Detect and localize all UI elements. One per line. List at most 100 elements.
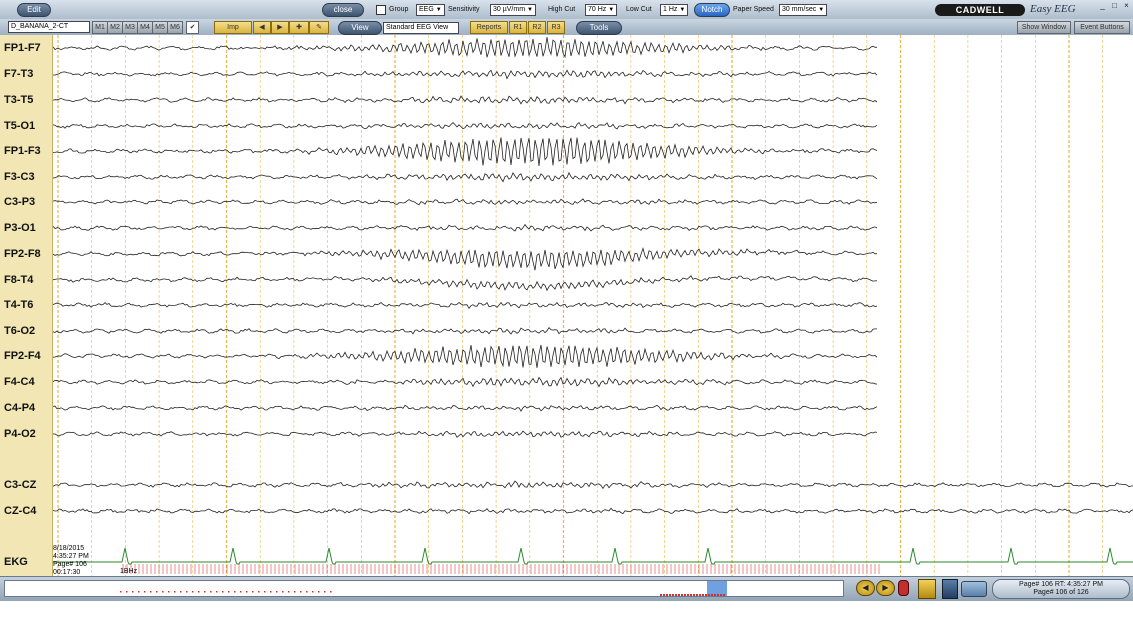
timeline-cursor[interactable] xyxy=(707,581,727,596)
highcut-select[interactable]: 70 Hz ▼ xyxy=(585,4,618,16)
event-marker xyxy=(240,591,242,593)
montage-select[interactable]: D_BANANA_2-CT xyxy=(8,21,90,33)
montage-button-m2[interactable]: M2 xyxy=(107,21,123,34)
event-marker xyxy=(252,591,254,593)
event-marker xyxy=(150,591,152,593)
tool-icon[interactable] xyxy=(942,579,958,599)
eeg-trace xyxy=(53,137,878,166)
channel-label: F3-C3 xyxy=(4,171,35,183)
window-maximize-icon[interactable]: □ xyxy=(1110,2,1119,10)
event-marker xyxy=(162,591,164,593)
timeline-scrollbar[interactable] xyxy=(4,580,844,597)
left-arrow-icon[interactable]: ◀ xyxy=(253,21,271,34)
marker-icon[interactable]: ✚ xyxy=(289,21,309,34)
channel-label: P3-O1 xyxy=(4,222,36,234)
report-button-r3[interactable]: R3 xyxy=(547,21,565,34)
channel-label: C3-P3 xyxy=(4,196,36,208)
play-back-icon[interactable]: ◀ xyxy=(856,580,875,596)
top-toolbar: Edit close Group EEG ▼ Sensitivity 30 µV/… xyxy=(0,0,1133,20)
window-minimize-icon[interactable]: _ xyxy=(1098,2,1107,10)
event-marker xyxy=(264,591,266,593)
event-marker xyxy=(717,594,719,596)
channel-label: T4-T6 xyxy=(4,299,34,311)
event-marker xyxy=(288,591,290,593)
event-marker xyxy=(669,594,671,596)
wand-icon[interactable]: ✎ xyxy=(309,21,329,34)
lowcut-select[interactable]: 1 Hz ▼ xyxy=(660,4,689,16)
event-marker xyxy=(192,591,194,593)
view-button[interactable]: View xyxy=(338,21,382,35)
channel-label: F7-T3 xyxy=(4,68,34,80)
cadwell-logo: CADWELL xyxy=(935,4,1025,16)
eeg-trace-area[interactable] xyxy=(53,35,1133,576)
right-arrow-icon[interactable]: ▶ xyxy=(271,21,289,34)
report-button-r2[interactable]: R2 xyxy=(528,21,546,34)
event-marker xyxy=(681,594,683,596)
channel-label: FP1-F7 xyxy=(4,42,41,54)
group-checkbox[interactable] xyxy=(376,5,386,15)
tools-button[interactable]: Tools xyxy=(576,21,622,35)
event-marker xyxy=(660,594,662,596)
view-select-value: Standard EEG View xyxy=(386,24,449,31)
app-name: Easy EEG xyxy=(1030,3,1076,15)
frequency-marker: 1BHz xyxy=(120,568,138,575)
event-marker xyxy=(174,591,176,593)
recording-date: 8/18/2015 xyxy=(53,545,85,552)
channel-label: T5-O1 xyxy=(4,120,36,132)
event-marker xyxy=(675,594,677,596)
eeg-trace xyxy=(53,275,878,292)
event-marker xyxy=(144,591,146,593)
event-marker xyxy=(708,594,710,596)
event-buttons-button[interactable]: Event Buttons xyxy=(1074,21,1130,34)
channel-label: FP2-F8 xyxy=(4,248,41,260)
montage-button-m3[interactable]: M3 xyxy=(122,21,138,34)
lowcut-select-value: 1 Hz xyxy=(663,6,678,13)
show-window-button[interactable]: Show Window xyxy=(1017,21,1071,34)
channel-label: FP1-F3 xyxy=(4,145,41,157)
eeg-trace xyxy=(53,198,878,206)
event-marker xyxy=(132,591,134,593)
montage-select-value: D_BANANA_2-CT xyxy=(11,23,69,30)
eeg-trace xyxy=(53,121,878,130)
channel-label: EKG xyxy=(4,556,28,568)
paperspeed-select[interactable]: 30 mm/sec ▼ xyxy=(779,4,828,16)
close-button[interactable]: close xyxy=(322,3,364,17)
event-marker xyxy=(705,594,707,596)
notch-button[interactable]: Notch xyxy=(694,3,730,17)
montage-button-m6[interactable]: M6 xyxy=(167,21,183,34)
event-marker xyxy=(186,591,188,593)
event-marker xyxy=(711,594,713,596)
group-select[interactable]: EEG ▼ xyxy=(416,4,445,16)
imp-button[interactable]: Imp xyxy=(214,21,252,34)
montage-button-m1[interactable]: M1 xyxy=(92,21,108,34)
paperspeed-label: Paper Speed xyxy=(733,6,774,13)
view-select[interactable]: Standard EEG View xyxy=(383,22,459,34)
chevron-down-icon: ▼ xyxy=(679,7,686,13)
event-marker xyxy=(210,591,212,593)
keyboard-icon[interactable] xyxy=(961,581,987,597)
sensitivity-select[interactable]: 30 µV/mm ▼ xyxy=(490,4,536,16)
reports-button[interactable]: Reports xyxy=(470,21,508,34)
montage-button-m4[interactable]: M4 xyxy=(137,21,153,34)
checkbox-icon[interactable]: ✔ xyxy=(186,21,199,34)
window-close-icon[interactable]: × xyxy=(1122,2,1131,10)
page-status: Page# 106 RT: 4:35:27 PM Page# 106 of 12… xyxy=(992,579,1130,599)
chevron-down-icon: ▼ xyxy=(818,7,825,13)
bottom-navigation-bar: ◀ ▶ Page# 106 RT: 4:35:27 PM Page# 106 o… xyxy=(0,576,1133,601)
eeg-trace xyxy=(53,95,878,105)
report-button-r1[interactable]: R1 xyxy=(509,21,527,34)
speed-dial-icon[interactable] xyxy=(918,579,936,599)
paperspeed-select-value: 30 mm/sec xyxy=(782,6,817,13)
eeg-trace xyxy=(53,247,878,271)
page-status-line2: Page# 106 of 126 xyxy=(1033,589,1089,596)
group-label: Group xyxy=(389,6,409,13)
channel-label: F4-C4 xyxy=(4,376,35,388)
edit-button[interactable]: Edit xyxy=(17,3,51,17)
record-marker-icon[interactable] xyxy=(898,580,909,596)
eeg-trace xyxy=(53,344,878,368)
montage-button-m5[interactable]: M5 xyxy=(152,21,168,34)
event-marker xyxy=(168,591,170,593)
play-forward-icon[interactable]: ▶ xyxy=(876,580,895,596)
event-marker xyxy=(312,591,314,593)
event-marker xyxy=(684,594,686,596)
